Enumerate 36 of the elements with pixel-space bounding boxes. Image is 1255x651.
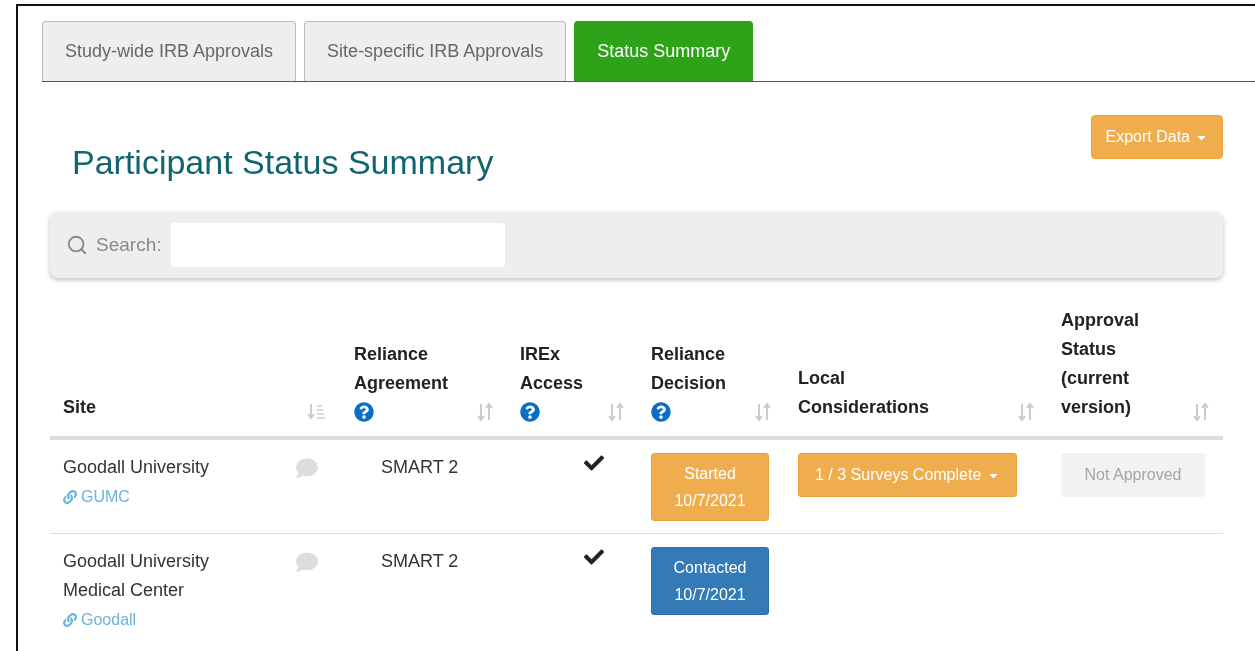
table-cell: SMART 2 xyxy=(381,457,459,477)
column-header: Reliance Agreement xyxy=(354,343,449,395)
link-icon xyxy=(63,612,77,627)
site-link[interactable]: Goodall xyxy=(63,605,137,634)
column-header: IREx Access xyxy=(520,343,584,395)
export-button[interactable]: Export Data xyxy=(1090,115,1223,159)
site-name: Goodall University xyxy=(63,456,211,479)
column-header: Site xyxy=(63,396,96,419)
sort-icon[interactable] xyxy=(1018,402,1034,422)
table-cell: SMART 2 xyxy=(381,551,459,571)
search-label: Search: xyxy=(66,234,162,256)
sort-icon[interactable] xyxy=(608,402,624,422)
page-heading: Participant Status Summary xyxy=(72,143,494,182)
column-header: Approval Status (current version) xyxy=(1061,309,1139,419)
tab[interactable]: Study-wide IRB Approvals xyxy=(42,21,297,81)
site-link[interactable]: GUMC xyxy=(63,482,130,511)
comment-icon[interactable] xyxy=(296,551,318,573)
status-badge: Contacted 10/7/2021 xyxy=(651,547,769,615)
search-icon xyxy=(66,234,88,256)
surveys-dropdown[interactable]: 1 / 3 Surveys Complete xyxy=(798,453,1018,497)
tab[interactable]: Site-specific IRB Approvals xyxy=(304,21,567,81)
sort-icon[interactable] xyxy=(307,402,327,422)
help-icon[interactable] xyxy=(520,402,540,422)
column-header: Reliance Decision xyxy=(651,343,727,395)
comment-icon[interactable] xyxy=(296,457,318,479)
help-icon[interactable] xyxy=(354,402,374,422)
approval-status-button: Not Approved xyxy=(1061,453,1205,497)
link-icon xyxy=(63,489,77,504)
tab[interactable]: Status Summary xyxy=(574,21,754,81)
status-badge: Started 10/7/2021 xyxy=(651,453,769,521)
help-icon[interactable] xyxy=(651,402,671,422)
column-header: Local Considerations xyxy=(798,367,930,419)
sort-icon[interactable] xyxy=(1193,402,1209,422)
site-name: Goodall University Medical Center xyxy=(63,550,211,602)
sort-icon[interactable] xyxy=(477,402,493,422)
sort-icon[interactable] xyxy=(755,402,771,422)
